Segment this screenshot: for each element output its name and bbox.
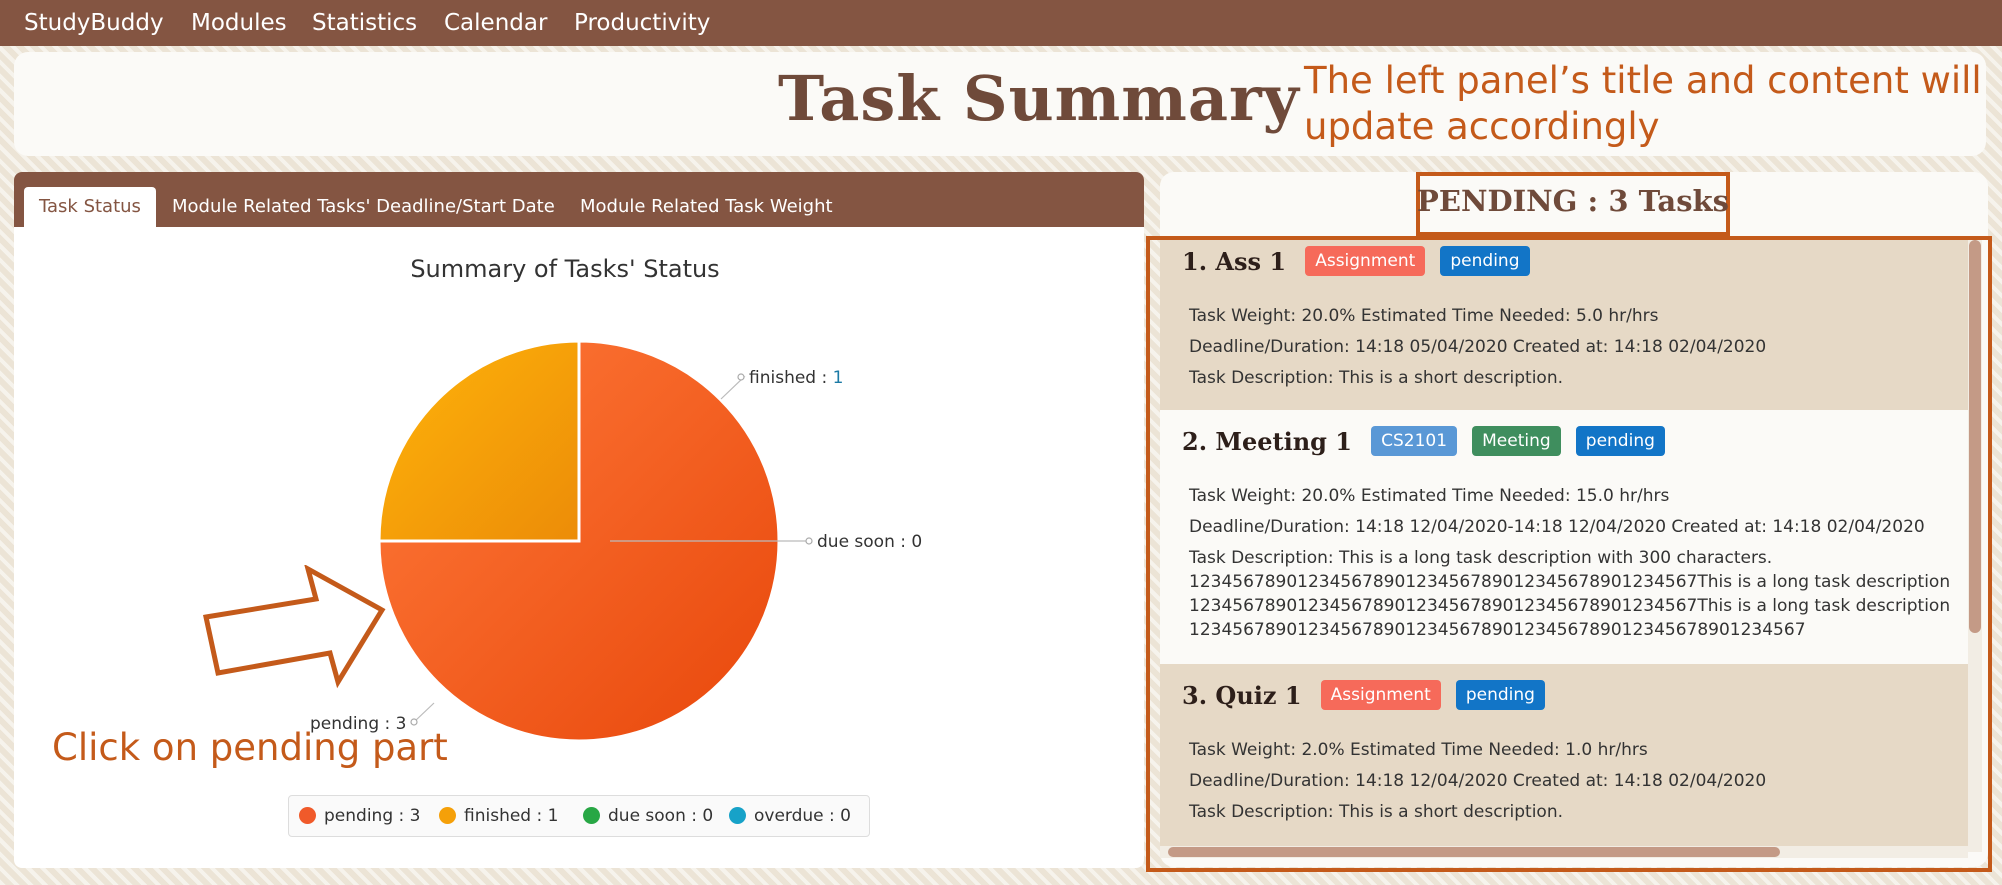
legend-item-overdue[interactable]: overdue : 0: [729, 806, 851, 826]
legend-item-pending[interactable]: pending : 3: [299, 806, 420, 826]
menu-productivity[interactable]: Productivity: [574, 10, 710, 36]
slice-label-due-soon: due soon : 0: [817, 532, 922, 552]
pie-chart: finished : 1 due soon : 0 pending : 3: [310, 339, 922, 743]
legend-item-due-soon[interactable]: due soon : 0: [583, 806, 713, 826]
tab-bar: Task Status Module Related Tasks' Deadli…: [14, 172, 1144, 227]
menu-calendar[interactable]: Calendar: [444, 10, 547, 36]
menu-bar: StudyBuddy Modules Statistics Calendar P…: [0, 0, 2002, 46]
pie-slice-finished[interactable]: [377, 339, 581, 543]
legend-dot-pending: [299, 807, 316, 824]
menu-statistics[interactable]: Statistics: [312, 10, 417, 36]
tab-module-weight[interactable]: Module Related Task Weight: [580, 187, 833, 227]
arrow-annotation: [203, 565, 386, 689]
task-list-highlight: [1146, 236, 1992, 872]
slice-label-finished: finished : 1: [749, 368, 843, 388]
leader-pending: [413, 702, 435, 723]
right-panel-title: PENDING : 3 Tasks: [1417, 184, 1729, 218]
annotation-top: The left panel’s title and content will …: [1304, 58, 1982, 150]
annotation-top-line2: update accordingly: [1304, 105, 1660, 148]
legend-dot-finished: [439, 807, 456, 824]
annotation-bottom: Click on pending part: [52, 726, 448, 769]
menu-studybuddy[interactable]: StudyBuddy: [24, 10, 164, 36]
tab-task-status[interactable]: Task Status: [24, 187, 156, 227]
legend-dot-due-soon: [583, 807, 600, 824]
menu-modules[interactable]: Modules: [191, 10, 287, 36]
legend-dot-overdue: [729, 807, 746, 824]
chart-legend: pending : 3 finished : 1 due soon : 0 ov…: [288, 795, 870, 837]
legend-item-finished[interactable]: finished : 1: [439, 806, 558, 826]
annotation-top-line1: The left panel’s title and content will: [1304, 59, 1982, 102]
page-title: Task Summary: [778, 62, 1300, 135]
tab-module-deadline[interactable]: Module Related Tasks' Deadline/Start Dat…: [172, 187, 555, 227]
